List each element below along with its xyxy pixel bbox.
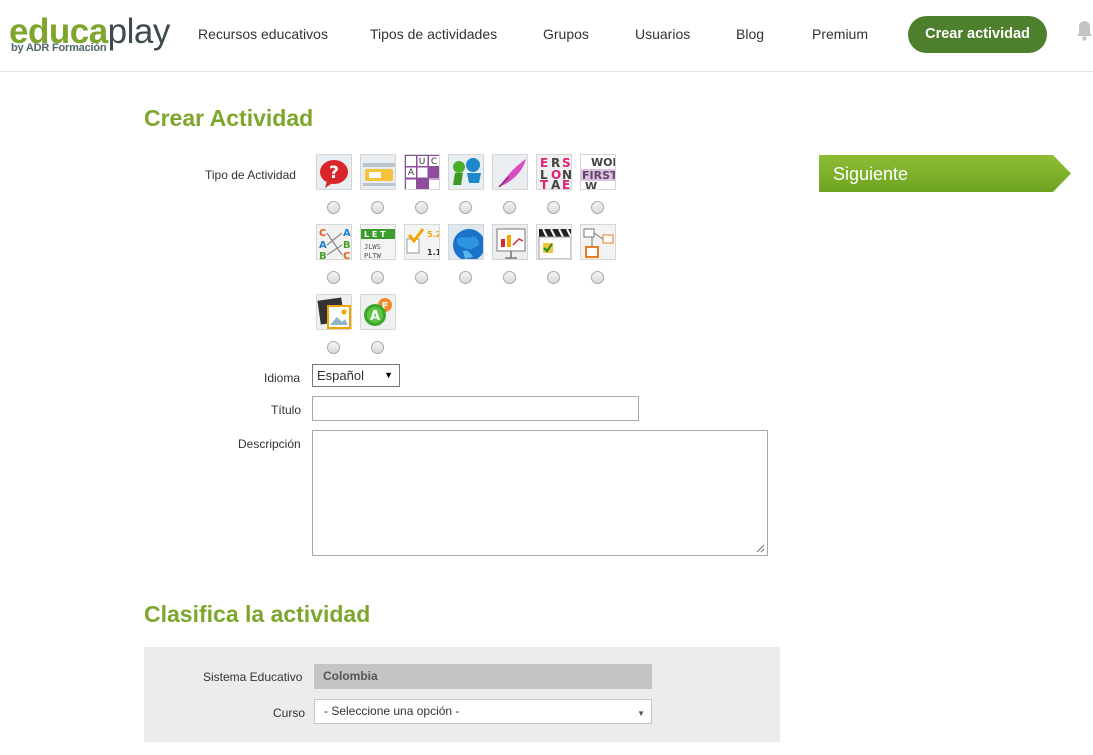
presentation-chart-icon[interactable] [492, 224, 528, 260]
hangman-letters-icon[interactable]: L E T JLWS PLTW [360, 224, 396, 260]
top-navbar: educaplay by ADR Formación Recursos educ… [0, 0, 1093, 72]
svg-text:W: W [585, 180, 597, 190]
svg-text:JLWS: JLWS [364, 243, 381, 251]
activity-type-radio-2[interactable] [371, 201, 384, 214]
activity-type-radio-16[interactable] [371, 341, 384, 354]
concept-map-icon[interactable] [580, 224, 616, 260]
complete-text-icon[interactable] [360, 154, 396, 190]
descripcion-textarea[interactable] [312, 430, 768, 556]
siguiente-button[interactable]: Siguiente [819, 155, 1071, 192]
activity-type-radio-10[interactable] [415, 271, 428, 284]
image-gallery-icon[interactable] [316, 294, 352, 330]
activity-type-radio-9[interactable] [371, 271, 384, 284]
svg-text:C: C [343, 251, 350, 260]
svg-text:?: ? [329, 163, 339, 183]
svg-text:A: A [319, 240, 327, 251]
bell-icon[interactable] [1076, 20, 1093, 44]
classify-panel [144, 647, 780, 742]
activity-type-radio-8[interactable] [327, 271, 340, 284]
tipo-actividad-label: Tipo de Actividad [205, 168, 296, 182]
logo-subtitle: by ADR Formación [11, 42, 107, 54]
svg-text:1.1: 1.1 [427, 248, 440, 257]
activity-type-radio-13[interactable] [547, 271, 560, 284]
idioma-select[interactable]: Español ▼ [312, 364, 400, 387]
svg-text:T: T [540, 178, 549, 190]
svg-text:A: A [343, 228, 351, 239]
activity-type-radio-6[interactable] [547, 201, 560, 214]
nav-recursos-educativos[interactable]: Recursos educativos [198, 26, 328, 42]
svg-text:PLTW: PLTW [364, 252, 382, 260]
matching-columns-icon[interactable]: CABABC [316, 224, 352, 260]
alphabet-letters-icon[interactable]: ERSLONTAE [536, 154, 572, 190]
nav-grupos[interactable]: Grupos [543, 26, 589, 42]
resize-grip-icon[interactable] [756, 544, 765, 553]
test-answers-icon[interactable]: 5.2 1.1 [404, 224, 440, 260]
idioma-label: Idioma [264, 371, 301, 385]
quiz-question-icon[interactable]: ? [316, 154, 352, 190]
crear-actividad-button[interactable]: Crear actividad [908, 16, 1047, 53]
video-quiz-icon[interactable] [536, 224, 572, 260]
svg-text:A: A [408, 168, 415, 178]
svg-text:5.2: 5.2 [427, 230, 440, 239]
svg-text:C: C [431, 157, 437, 167]
svg-text:C: C [319, 228, 326, 239]
word-search-icon[interactable]: WORDFIRSTW [580, 154, 616, 190]
educaplay-logo[interactable]: educaplay by ADR Formación [9, 12, 171, 60]
nav-usuarios[interactable]: Usuarios [635, 26, 690, 42]
activity-type-radio-4[interactable] [459, 201, 472, 214]
svg-text:L E T: L E T [364, 230, 386, 239]
activity-type-radio-1[interactable] [327, 201, 340, 214]
caret-down-icon: ▼ [637, 709, 645, 718]
sistema-educativo-label: Sistema Educativo [203, 670, 303, 684]
map-globe-icon[interactable] [448, 224, 484, 260]
svg-text:A: A [551, 178, 561, 190]
svg-text:B: B [319, 251, 327, 260]
crossword-icon[interactable]: UA C [404, 154, 440, 190]
descripcion-label: Descripción [238, 437, 301, 451]
sistema-educativo-value: Colombia [314, 664, 652, 689]
dictation-quill-icon[interactable] [492, 154, 528, 190]
siguiente-label: Siguiente [833, 164, 909, 184]
classify-title: Clasifica la actividad [144, 601, 371, 627]
dialogue-icon[interactable] [448, 154, 484, 190]
activity-type-radio-5[interactable] [503, 201, 516, 214]
page-title: Crear Actividad [144, 105, 314, 131]
svg-text:WORD: WORD [591, 156, 616, 169]
nav-premium[interactable]: Premium [812, 26, 868, 42]
svg-text:U: U [419, 157, 426, 167]
activity-type-radio-14[interactable] [591, 271, 604, 284]
curso-select-value: - Seleccione una opción - [324, 704, 460, 718]
logo-play: play [107, 12, 171, 51]
activity-type-radio-12[interactable] [503, 271, 516, 284]
curso-select[interactable]: - Seleccione una opción - ▼ [314, 699, 652, 724]
idioma-select-value: Español [317, 368, 364, 383]
caret-down-icon: ▼ [384, 370, 393, 380]
svg-text:E: E [562, 178, 570, 190]
titulo-label: Título [271, 403, 302, 417]
svg-text:A: A [370, 309, 380, 324]
nav-blog[interactable]: Blog [736, 26, 764, 42]
svg-text:B: B [343, 240, 351, 251]
nav-tipos-de-actividades[interactable]: Tipos de actividades [370, 26, 497, 42]
letters-game-icon[interactable]: FA [360, 294, 396, 330]
activity-type-radio-7[interactable] [591, 201, 604, 214]
activity-type-radio-15[interactable] [327, 341, 340, 354]
curso-label: Curso [273, 706, 306, 720]
titulo-input[interactable] [312, 396, 639, 421]
activity-type-radio-3[interactable] [415, 201, 428, 214]
activity-type-radio-11[interactable] [459, 271, 472, 284]
